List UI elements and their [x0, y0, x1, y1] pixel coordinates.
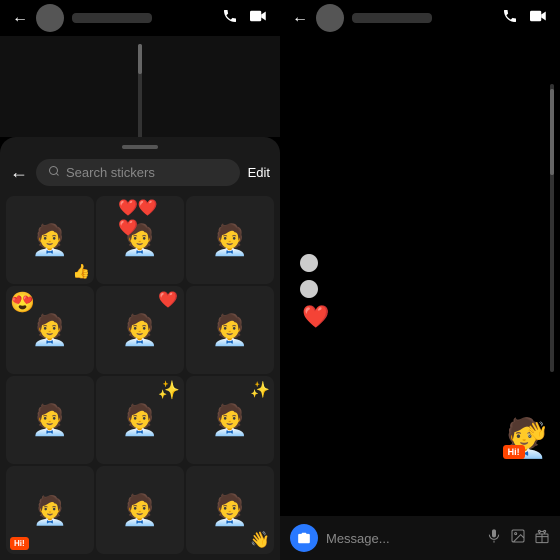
right-phone-icon[interactable] [502, 8, 518, 29]
search-input-wrapper[interactable]: Search stickers [36, 159, 240, 186]
mic-icon[interactable] [486, 528, 502, 549]
left-camera-area [0, 36, 280, 137]
floating-dots [300, 254, 318, 298]
dot-2 [300, 280, 318, 298]
right-scroll-bar [550, 84, 554, 372]
right-back-button[interactable]: ← [292, 9, 308, 27]
message-input[interactable]: Message... [326, 531, 478, 546]
left-status-bar: ← [0, 0, 280, 36]
right-panel: ← [280, 0, 560, 560]
sticker-item[interactable]: 🧑‍💼 ✨ [96, 376, 184, 464]
sticker-item[interactable]: 🧑‍💼 👋 [186, 466, 274, 554]
right-status-bar-left: ← [292, 4, 432, 32]
sticker-item[interactable]: 🧑‍💼 [186, 196, 274, 284]
left-panel: ← ← [0, 0, 280, 560]
edit-button[interactable]: Edit [248, 165, 270, 180]
image-icon[interactable] [510, 528, 526, 549]
left-status-bar-left: ← [12, 4, 152, 32]
tray-back-button[interactable]: ← [10, 162, 28, 183]
right-status-bar-right [502, 8, 548, 29]
tray-handle [122, 145, 158, 149]
floating-heart: ❤️ [302, 304, 329, 330]
left-status-bar-right [222, 8, 268, 29]
right-status-bar: ← [280, 0, 560, 36]
dot-1 [300, 254, 318, 272]
right-chat-area: ❤️ 🧑‍💼 Hi! 👋 [280, 36, 560, 516]
sticker-item[interactable]: 🧑‍💼 ✨ [186, 376, 274, 464]
right-scroll-thumb [550, 89, 554, 175]
sticker-tray: ← Search stickers Edit 🧑‍💼 👍 🧑‍💼 [0, 137, 280, 560]
sticker-item[interactable]: 🧑‍💼 [186, 286, 274, 374]
message-bar: Message... [280, 516, 560, 560]
sticker-item[interactable]: 🧑‍💼 ❤️ [96, 286, 184, 374]
sticker-grid: 🧑‍💼 👍 🧑‍💼 ❤️❤️❤️ 🧑‍💼 🧑‍💼 😍 🧑‍💼 ❤️ 🧑‍💼 [0, 192, 280, 560]
left-video-icon[interactable] [250, 9, 268, 28]
search-row: ← Search stickers Edit [0, 153, 280, 192]
right-username [352, 13, 432, 23]
sticker-item[interactable]: 🧑‍💼 👍 [6, 196, 94, 284]
sticker-item[interactable]: 🧑‍💼 Hi! [6, 466, 94, 554]
right-avatar [316, 4, 344, 32]
search-icon [48, 165, 60, 180]
floating-sticker-container: 🧑‍💼 Hi! 👋 [501, 417, 548, 461]
left-back-button[interactable]: ← [12, 9, 28, 27]
left-avatar [36, 4, 64, 32]
left-phone-icon[interactable] [222, 8, 238, 29]
sticker-item[interactable]: 🧑‍💼 [6, 376, 94, 464]
sticker-item[interactable]: 🧑‍💼 ❤️❤️❤️ [96, 196, 184, 284]
sticker-item[interactable]: 🧑‍💼 😍 [6, 286, 94, 374]
right-video-icon[interactable] [530, 9, 548, 28]
left-scroll-thumb [138, 44, 142, 74]
search-placeholder-text: Search stickers [66, 165, 155, 180]
camera-button[interactable] [290, 524, 318, 552]
gift-icon[interactable] [534, 528, 550, 549]
left-username [72, 13, 152, 23]
sticker-item[interactable]: 🧑‍💼 [96, 466, 184, 554]
